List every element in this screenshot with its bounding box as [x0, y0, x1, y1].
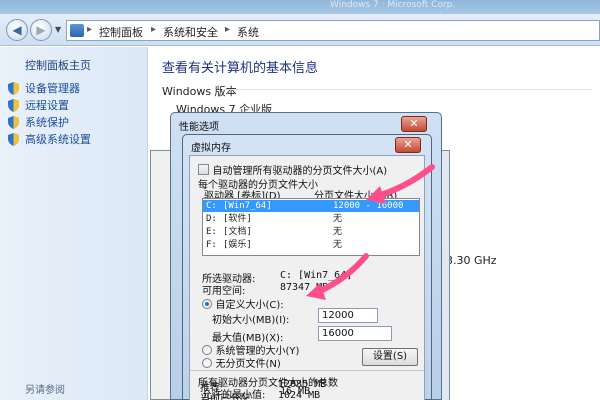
- no-paging-label: 无分页文件(N): [215, 359, 281, 370]
- breadcrumb-separator-icon[interactable]: ▸: [151, 24, 156, 35]
- dialog-title: 性能选项: [179, 122, 219, 133]
- system-managed-radio[interactable]: [202, 344, 212, 355]
- initial-size-input[interactable]: [318, 308, 378, 323]
- section-divider: [222, 89, 592, 90]
- no-paging-radio[interactable]: [202, 357, 212, 368]
- custom-size-radio-row[interactable]: 自定义大小(C):: [202, 296, 284, 311]
- virtual-memory-dialog: 虚拟内存 ✕ 自动管理所有驱动器的分页文件大小(A) 每个驱动器的分页文件大小 …: [182, 134, 432, 400]
- breadcrumb-system[interactable]: 系统: [237, 24, 259, 40]
- breadcrumb-separator-icon[interactable]: ▸: [87, 24, 92, 35]
- drive-list[interactable]: C: [Win7_64] 12000 - 16000 D: [软件] 无 E: …: [202, 198, 420, 256]
- task-advanced-settings[interactable]: 高级系统设置: [8, 131, 91, 147]
- drive-row-c[interactable]: C: [Win7_64] 12000 - 16000: [203, 200, 419, 212]
- control-panel-home-link[interactable]: 控制面板主页: [25, 57, 91, 73]
- section-divider: [190, 370, 424, 371]
- breadcrumb-separator-icon[interactable]: ▸: [225, 24, 230, 35]
- recommended-value: 12085 MB: [278, 379, 327, 390]
- drive-size: 12000 - 16000: [333, 201, 404, 211]
- drive-row-f[interactable]: F: [娱乐] 无: [203, 239, 419, 251]
- drive-letter: C:: [206, 201, 217, 211]
- dialog-body: 自动管理所有驱动器的分页文件大小(A) 每个驱动器的分页文件大小 驱动器 [卷标…: [189, 155, 425, 400]
- navigation-bar: ◀ ▶ ▼ ▸ 控制面板 ▸ 系统和安全 ▸ 系统: [0, 14, 600, 46]
- set-button[interactable]: 设置(S): [362, 348, 418, 366]
- free-space-label: 可用空间:: [202, 286, 246, 297]
- history-dropdown-icon[interactable]: ▼: [55, 25, 61, 34]
- address-bar[interactable]: ▸ 控制面板 ▸ 系统和安全 ▸ 系统: [66, 20, 600, 41]
- drive-size: 无: [333, 214, 343, 224]
- dialog-title: 虚拟内存: [191, 143, 231, 154]
- drive-label: [Win7_64]: [223, 201, 272, 211]
- free-space-value: 87347 MB: [280, 282, 329, 293]
- breadcrumb-control-panel[interactable]: 控制面板: [99, 24, 143, 40]
- page-title: 查看有关计算机的基本信息: [162, 61, 319, 76]
- task-pane: 控制面板主页 设备管理器 远程设置 系统保护 高级系统设置 另请参阅: [0, 47, 148, 400]
- custom-size-label: 自定义大小(C):: [215, 300, 284, 311]
- current-allocated-value: 1024 MB: [278, 390, 321, 400]
- shield-icon: [8, 81, 19, 95]
- shield-icon: [8, 115, 19, 129]
- drive-size: 无: [333, 227, 343, 237]
- drive-label: [软件]: [223, 214, 252, 224]
- window-title-bar: Windows 7 · Microsoft Corp.: [0, 0, 600, 14]
- task-label: 高级系统设置: [25, 133, 91, 146]
- task-label: 系统保护: [25, 116, 69, 129]
- current-allocated-label: 当前已分配:: [200, 394, 254, 400]
- forward-button[interactable]: ▶: [30, 19, 52, 41]
- task-label: 设备管理器: [25, 82, 80, 95]
- drive-size: 无: [333, 240, 343, 250]
- back-arrow-icon: ◀: [12, 23, 22, 37]
- drive-label: [娱乐]: [223, 240, 252, 250]
- drive-letter: E:: [206, 227, 217, 237]
- close-button[interactable]: ✕: [395, 137, 421, 153]
- task-remote-settings[interactable]: 远程设置: [8, 97, 69, 113]
- auto-manage-checkbox-row[interactable]: 自动管理所有驱动器的分页文件大小(A): [198, 162, 387, 177]
- drive-row-e[interactable]: E: [文档] 无: [203, 226, 419, 238]
- window-title: Windows 7 · Microsoft Corp.: [330, 0, 456, 10]
- max-size-input[interactable]: [318, 326, 392, 341]
- task-label: 远程设置: [25, 99, 69, 112]
- drive-row-d[interactable]: D: [软件] 无: [203, 213, 419, 225]
- control-panel-icon: [70, 24, 84, 37]
- drive-letter: D:: [206, 214, 217, 224]
- shield-icon: [8, 132, 19, 146]
- drive-label: [文档]: [223, 227, 252, 237]
- drive-letter: F:: [206, 240, 217, 250]
- task-device-manager[interactable]: 设备管理器: [8, 80, 80, 96]
- back-button[interactable]: ◀: [6, 19, 28, 41]
- shield-icon: [8, 98, 19, 112]
- selected-drive-value: C: [Win7_64]: [280, 270, 353, 281]
- task-system-protection[interactable]: 系统保护: [8, 114, 69, 130]
- custom-size-radio[interactable]: [202, 298, 212, 309]
- forward-arrow-icon: ▶: [36, 23, 46, 37]
- processor-speed: 3.30 GHz: [446, 254, 497, 267]
- auto-manage-checkbox[interactable]: [198, 164, 209, 175]
- no-paging-radio-row[interactable]: 无分页文件(N): [202, 355, 281, 370]
- initial-size-label: 初始大小(MB)(I):: [212, 315, 290, 326]
- breadcrumb-system-security[interactable]: 系统和安全: [163, 24, 218, 40]
- close-button[interactable]: ✕: [401, 116, 427, 132]
- windows-version-heading: Windows 版本: [162, 85, 237, 98]
- see-also-heading: 另请参阅: [25, 385, 65, 396]
